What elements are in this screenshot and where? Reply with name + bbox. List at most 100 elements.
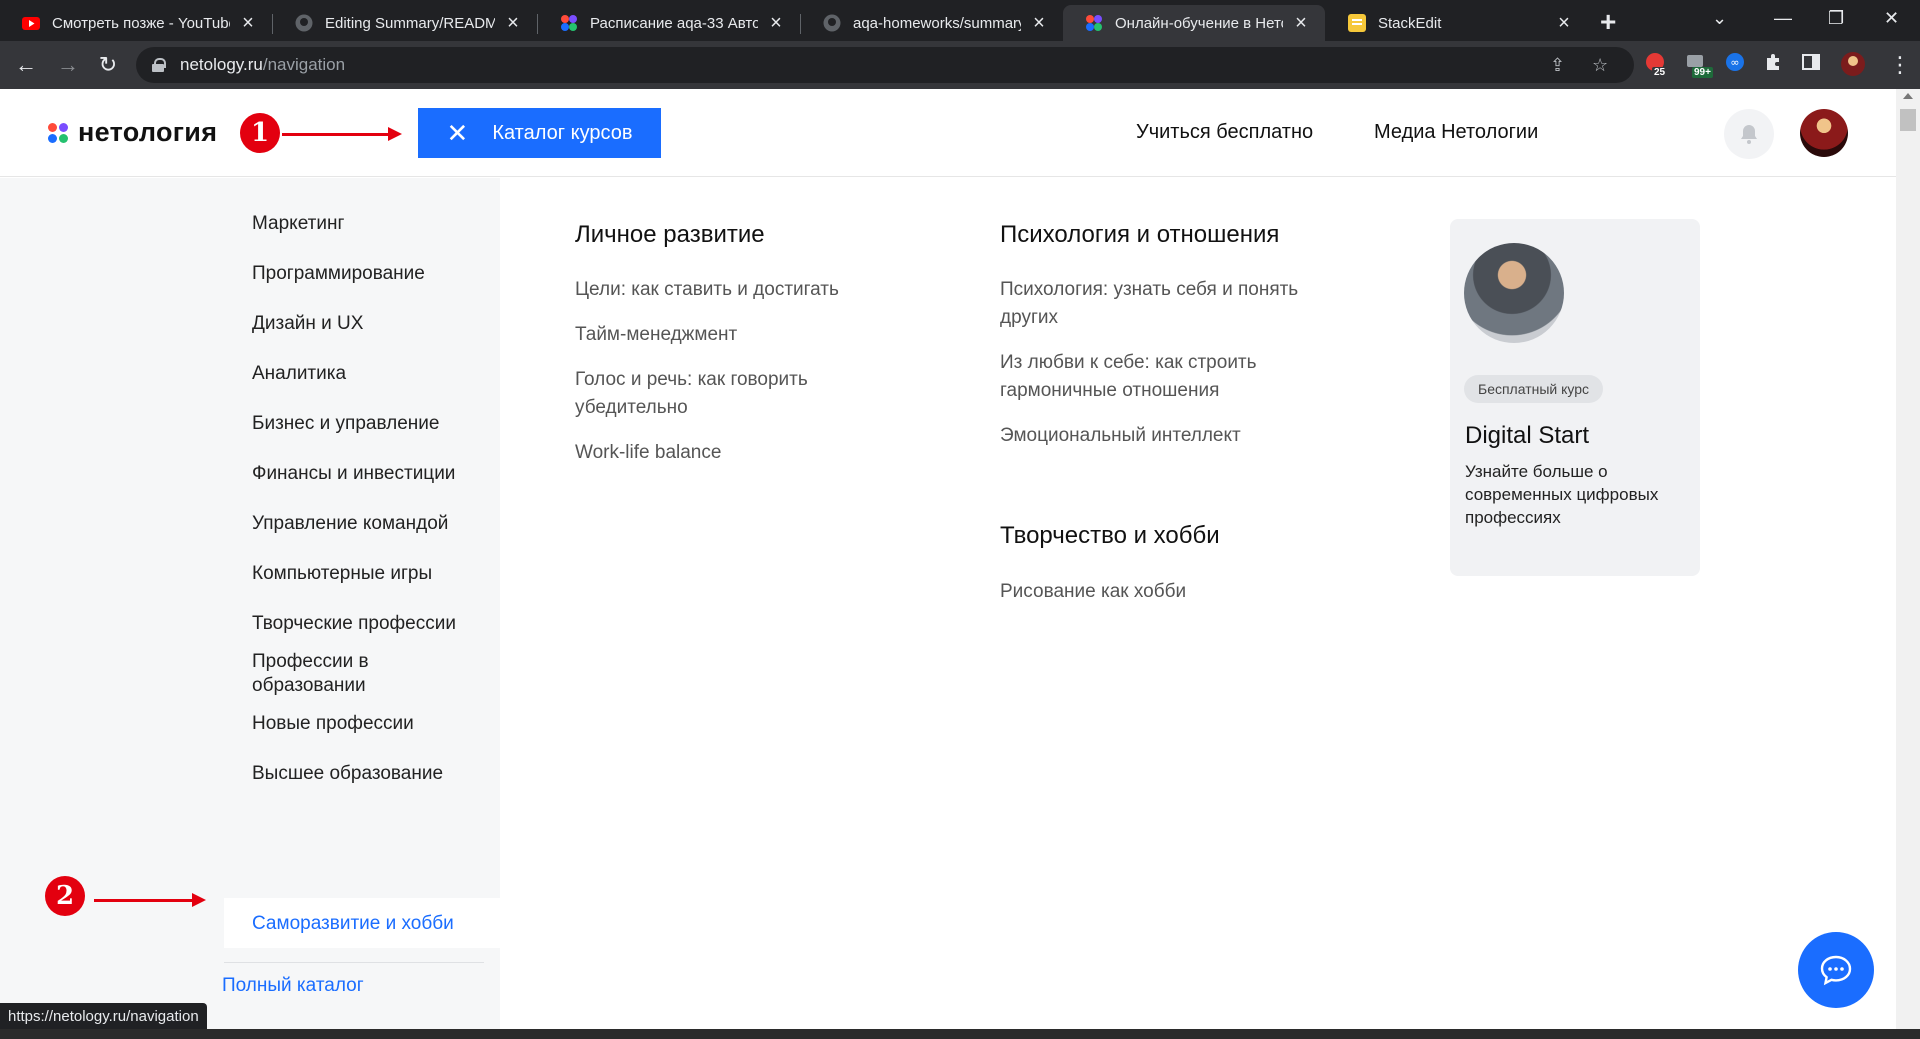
category-item[interactable]: Бизнес и управление <box>252 412 439 436</box>
section-link[interactable]: Цели: как ставить и достигать <box>575 276 839 304</box>
profile-avatar-icon[interactable] <box>1840 51 1866 79</box>
close-window-icon[interactable]: ✕ <box>1884 8 1899 29</box>
minimize-icon[interactable]: — <box>1774 8 1792 29</box>
promo-card[interactable]: Бесплатный курс Digital Start Узнайте бо… <box>1450 219 1700 576</box>
browser-tab[interactable]: aqa-homeworks/summary at × <box>801 5 1063 41</box>
address-bar[interactable]: netology.ru/navigation ⇪ ☆ <box>136 47 1634 83</box>
netology-icon <box>1085 14 1103 32</box>
lock-icon <box>152 58 166 72</box>
extension-badge: 99+ <box>1692 67 1713 78</box>
category-item[interactable]: Финансы и инвестиции <box>252 462 455 486</box>
tab-title: aqa-homeworks/summary at <box>853 14 1021 32</box>
extension-red-icon[interactable]: 25 <box>1644 51 1670 79</box>
category-item[interactable]: Маркетинг <box>252 212 344 236</box>
tab-title: Расписание aqa-33 Автоматизация <box>590 14 758 32</box>
annotation-marker-1: 1 <box>240 113 280 153</box>
github-icon <box>823 14 841 32</box>
tab-title: Editing Summary/README.md <box>325 14 495 32</box>
section-link[interactable]: Рисование как хобби <box>1000 578 1186 606</box>
browser-tab-active[interactable]: Онлайн-обучение в Нетологии × <box>1063 5 1325 41</box>
tab-search-icon[interactable]: ⌄ <box>1712 8 1727 29</box>
full-catalog-link[interactable]: Полный каталог <box>222 975 364 997</box>
sidebar-divider <box>224 962 484 963</box>
annotation-arrow-1 <box>282 127 402 141</box>
browser-tab[interactable]: Смотреть позже - YouTube × <box>0 5 272 41</box>
netology-logo[interactable]: нетология <box>48 117 217 148</box>
category-item[interactable]: Компьютерные игры <box>252 562 432 586</box>
close-tab-icon[interactable]: × <box>1291 12 1311 35</box>
youtube-icon <box>22 14 40 32</box>
promo-title: Digital Start <box>1465 422 1590 449</box>
section-link[interactable]: Эмоциональный интеллект <box>1000 422 1241 450</box>
category-item[interactable]: Управление командой <box>252 512 448 536</box>
chat-bubble-icon <box>1820 955 1852 986</box>
back-icon[interactable]: ← <box>10 49 42 81</box>
category-item[interactable]: Программирование <box>252 262 425 286</box>
close-icon: ✕ <box>446 117 469 148</box>
section-link[interactable]: Тайм-менеджмент <box>575 321 737 349</box>
github-icon <box>295 14 313 32</box>
browser-tab[interactable]: Расписание aqa-33 Автоматизация × <box>538 5 800 41</box>
link-learn-free[interactable]: Учиться бесплатно <box>1136 121 1313 144</box>
reload-icon[interactable]: ↻ <box>92 49 124 81</box>
close-tab-icon[interactable]: × <box>1554 12 1574 35</box>
browser-tab[interactable]: StackEdit × <box>1326 5 1588 41</box>
annotation-arrow-2 <box>94 893 206 907</box>
section-title: Психология и отношения <box>1000 221 1280 248</box>
extension-grey-icon[interactable]: 99+ <box>1684 51 1713 79</box>
scroll-up-arrow-icon[interactable] <box>1903 93 1913 99</box>
section-link[interactable]: Психология: узнать себя и понять других <box>1000 276 1360 332</box>
section-link[interactable]: Work-life balance <box>575 439 721 467</box>
user-avatar[interactable] <box>1800 109 1848 157</box>
browser-tab[interactable]: Editing Summary/README.md × <box>273 5 537 41</box>
netology-logo-icon <box>48 122 70 144</box>
close-tab-icon[interactable]: × <box>503 12 523 35</box>
close-tab-icon[interactable]: × <box>766 12 786 35</box>
url-path: /navigation <box>262 55 346 74</box>
chat-support-button[interactable] <box>1798 932 1874 1008</box>
section-title: Личное развитие <box>575 221 765 248</box>
category-item-active[interactable]: Саморазвитие и хобби <box>252 912 454 936</box>
catalog-button-label: Каталог курсов <box>492 121 633 144</box>
forward-icon[interactable]: → <box>52 49 84 81</box>
sidepanel-icon[interactable] <box>1800 51 1826 79</box>
notifications-bell-icon[interactable] <box>1724 109 1774 159</box>
category-item[interactable]: Новые профессии <box>252 712 414 736</box>
browser-toolbar: ← → ↻ netology.ru/navigation ⇪ ☆ 25 99+ … <box>0 41 1920 89</box>
scrollbar-thumb[interactable] <box>1900 109 1916 131</box>
menu-kebab-icon[interactable]: ⋮ <box>1884 49 1916 81</box>
section-link[interactable]: Голос и речь: как говорить убедительно <box>575 366 875 422</box>
close-tab-icon[interactable]: × <box>1029 12 1049 35</box>
category-item[interactable]: Высшее образование <box>252 762 443 786</box>
catalog-button[interactable]: ✕ Каталог курсов <box>418 108 661 158</box>
category-item[interactable]: Творческие профессии <box>252 612 456 636</box>
url-text: netology.ru/navigation <box>180 55 345 75</box>
tab-title: Онлайн-обучение в Нетологии <box>1115 14 1283 32</box>
netology-icon <box>560 14 578 32</box>
tab-title: Смотреть позже - YouTube <box>52 14 230 32</box>
puzzle-icon[interactable] <box>1762 51 1788 79</box>
svg-text:∞: ∞ <box>1730 56 1739 69</box>
extension-blue-icon[interactable]: ∞ <box>1724 51 1750 79</box>
tab-title: StackEdit <box>1378 14 1442 32</box>
free-course-badge: Бесплатный курс <box>1464 375 1604 403</box>
page-scrollbar[interactable] <box>1896 89 1920 1029</box>
page-viewport: нетология ✕ Каталог курсов Учиться беспл… <box>0 89 1896 1029</box>
restore-icon[interactable]: ❐ <box>1828 8 1844 29</box>
category-item[interactable]: Профессии в образовании <box>252 650 482 698</box>
bookmark-star-icon[interactable]: ☆ <box>1592 55 1608 76</box>
share-icon[interactable]: ⇪ <box>1550 55 1565 76</box>
close-tab-icon[interactable]: × <box>238 12 258 35</box>
link-media[interactable]: Медиа Нетологии <box>1374 121 1538 144</box>
logo-text: нетология <box>78 117 218 147</box>
section-title: Творчество и хобби <box>1000 522 1220 549</box>
promo-photo <box>1464 243 1564 343</box>
extension-badge: 25 <box>1652 67 1668 78</box>
section-link[interactable]: Из любви к себе: как строить гармоничные… <box>1000 349 1330 405</box>
browser-tabstrip: Смотреть позже - YouTube × Editing Summa… <box>0 0 1920 41</box>
new-tab-icon[interactable]: + <box>1600 6 1616 38</box>
promo-description: Узнайте больше о современных цифровых пр… <box>1465 462 1659 527</box>
stackedit-icon <box>1348 14 1366 32</box>
category-item[interactable]: Дизайн и UX <box>252 312 363 336</box>
category-item[interactable]: Аналитика <box>252 362 346 386</box>
